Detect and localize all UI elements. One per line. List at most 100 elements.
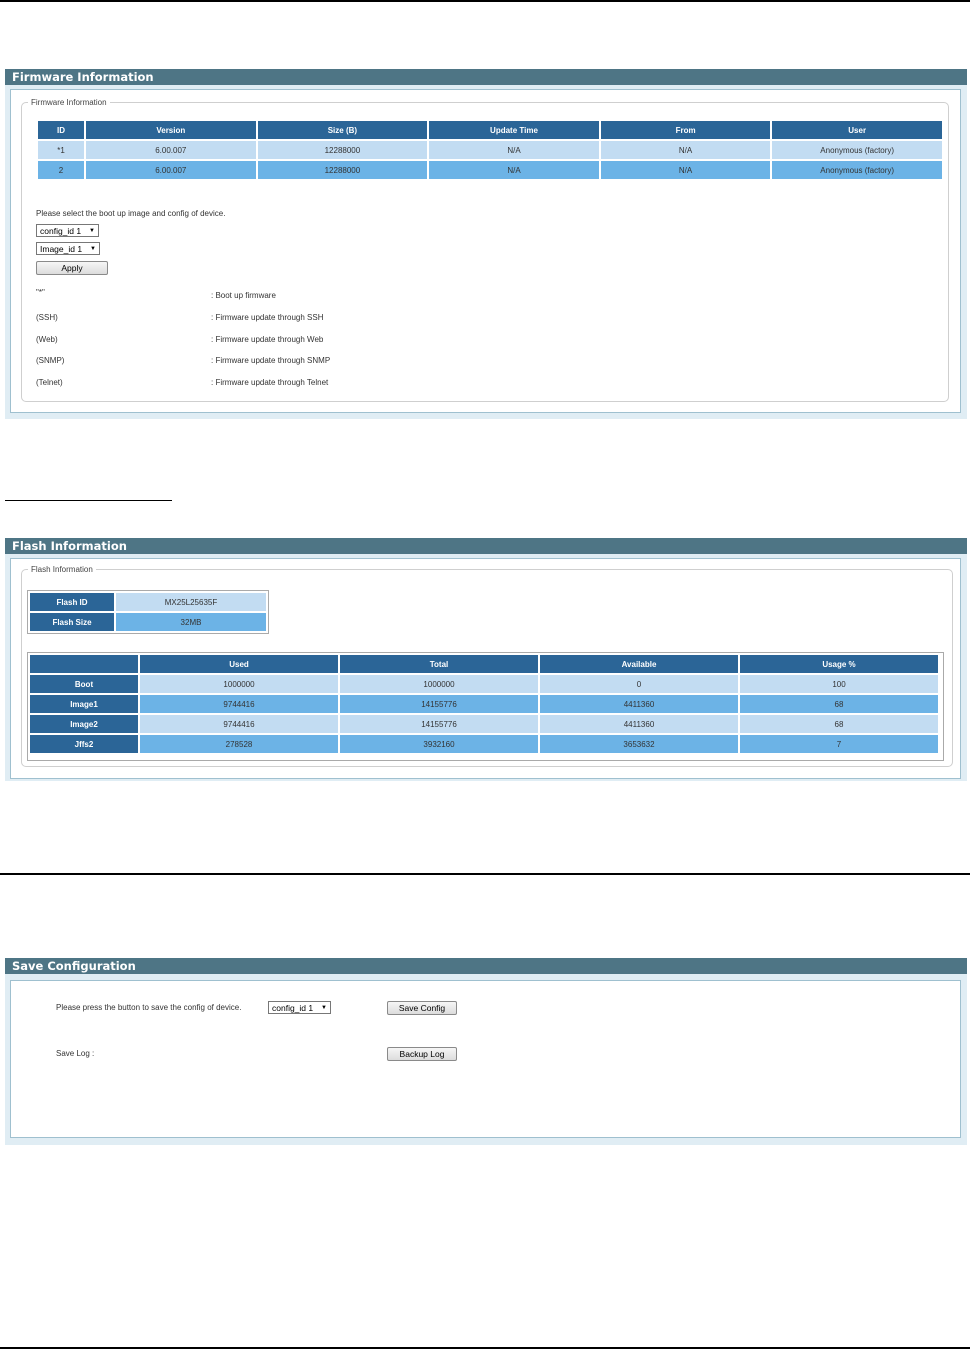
table-cell: 1000000 [140,675,338,693]
table-cell: Anonymous (factory) [772,161,942,179]
table-row: 2 6.00.007 12288000 N/A N/A Anonymous (f… [38,161,942,179]
page-bottom-rule [0,1347,970,1349]
table-row: Jffs2 278528 3932160 3653632 7 [30,735,938,753]
save-log-label: Save Log : [56,1049,95,1058]
table-cell: *1 [38,141,84,159]
row-label: Image2 [30,715,138,733]
column-header-total: Total [340,655,538,673]
column-header-update-time: Update Time [429,121,599,139]
table-cell: 4411360 [540,715,738,733]
flash-summary-box: Flash ID MX25L25635F Flash Size 32MB [27,590,269,634]
flash-group-legend: Flash Information [31,565,93,574]
flash-id-value: MX25L25635F [116,593,266,611]
column-header-partition [30,655,138,673]
chevron-down-icon: ▼ [321,1005,327,1011]
table-row: Image1 9744416 14155776 4411360 68 [30,695,938,713]
table-cell: 9744416 [140,715,338,733]
table-row: *1 6.00.007 12288000 N/A N/A Anonymous (… [38,141,942,159]
legend-key-ssh: (SSH) [36,313,58,322]
table-cell: 12288000 [257,161,428,179]
firmware-panel-title: Firmware Information [5,69,967,85]
table-cell: 3932160 [340,735,538,753]
page-top-rule [0,0,970,2]
table-cell: N/A [429,141,599,159]
row-label: Jffs2 [30,735,138,753]
table-cell: 68 [740,715,938,733]
table-cell: 14155776 [340,715,538,733]
flash-size-value: 32MB [116,613,266,631]
save-config-id-select[interactable]: config_id 1 ▼ [268,1001,331,1014]
legend-key-boot: "*" [36,288,45,297]
flash-usage-table: Used Total Available Usage % Boot 100000… [28,653,940,755]
table-cell: 3653632 [540,735,738,753]
table-cell: 1000000 [340,675,538,693]
table-cell: 4411360 [540,695,738,713]
column-header-usage: Usage % [740,655,938,673]
table-cell: 9744416 [140,695,338,713]
legend-desc-boot: : Boot up firmware [211,291,276,300]
column-header-from: From [600,121,771,139]
column-header-id: ID [38,121,84,139]
save-config-prompt: Please press the button to save the conf… [56,1003,242,1012]
legend-desc-web: : Firmware update through Web [211,335,324,344]
flash-usage-box: Used Total Available Usage % Boot 100000… [27,652,944,761]
flash-panel-title: Flash Information [5,538,967,554]
row-label: Boot [30,675,138,693]
image-id-select[interactable]: Image_id 1 ▼ [36,242,100,255]
table-header-row: ID Version Size (B) Update Time From Use… [38,121,942,139]
firmware-group-legend: Firmware Information [31,98,107,107]
column-header-user: User [772,121,942,139]
table-cell: 2 [38,161,84,179]
document-underline [5,500,172,501]
image-id-select-value: Image_id 1 [40,244,83,254]
table-row: Boot 1000000 1000000 0 100 [30,675,938,693]
table-cell: 6.00.007 [86,161,256,179]
chevron-down-icon: ▼ [89,228,95,234]
config-id-select[interactable]: config_id 1 ▼ [36,224,99,237]
config-id-select-value: config_id 1 [40,226,82,236]
firmware-panel-inner: Firmware Information ID Version Size (B)… [10,89,961,413]
save-config-id-select-value: config_id 1 [272,1003,314,1013]
row-label: Image1 [30,695,138,713]
table-cell: N/A [600,141,771,159]
table-cell: 6.00.007 [86,141,256,159]
legend-key-web: (Web) [36,335,58,344]
column-header-used: Used [140,655,338,673]
legend-desc-ssh: : Firmware update through SSH [211,313,324,322]
table-cell: 7 [740,735,938,753]
table-header-row: Used Total Available Usage % [30,655,938,673]
table-cell: N/A [429,161,599,179]
legend-desc-telnet: : Firmware update through Telnet [211,378,329,387]
legend-key-telnet: (Telnet) [36,378,63,387]
table-cell: 0 [540,675,738,693]
legend-key-snmp: (SNMP) [36,356,65,365]
save-config-panel-inner: Please press the button to save the conf… [10,980,961,1138]
column-header-size: Size (B) [257,121,428,139]
table-cell: N/A [600,161,771,179]
flash-size-row: Flash Size 32MB [30,613,266,631]
boot-select-prompt: Please select the boot up image and conf… [36,209,226,218]
flash-panel: Flash Information Flash Information Flas… [5,538,967,781]
table-cell: 12288000 [257,141,428,159]
firmware-table: ID Version Size (B) Update Time From Use… [36,119,944,181]
table-cell: 278528 [140,735,338,753]
column-header-available: Available [540,655,738,673]
flash-summary-table: Flash ID MX25L25635F Flash Size 32MB [28,591,268,633]
table-cell: 14155776 [340,695,538,713]
table-cell: 100 [740,675,938,693]
apply-button[interactable]: Apply [36,261,108,275]
flash-id-label: Flash ID [30,593,114,611]
column-header-version: Version [86,121,256,139]
table-cell: Anonymous (factory) [772,141,942,159]
legend-desc-snmp: : Firmware update through SNMP [211,356,331,365]
flash-id-row: Flash ID MX25L25635F [30,593,266,611]
save-config-panel-title: Save Configuration [5,958,967,974]
section-divider-rule [0,873,970,875]
chevron-down-icon: ▼ [90,246,96,252]
save-config-button[interactable]: Save Config [387,1001,457,1015]
backup-log-button[interactable]: Backup Log [387,1047,457,1061]
flash-size-label: Flash Size [30,613,114,631]
save-config-panel: Save Configuration Please press the butt… [5,958,967,1145]
flash-panel-inner: Flash Information Flash ID MX25L25635F F… [10,558,961,779]
table-cell: 68 [740,695,938,713]
